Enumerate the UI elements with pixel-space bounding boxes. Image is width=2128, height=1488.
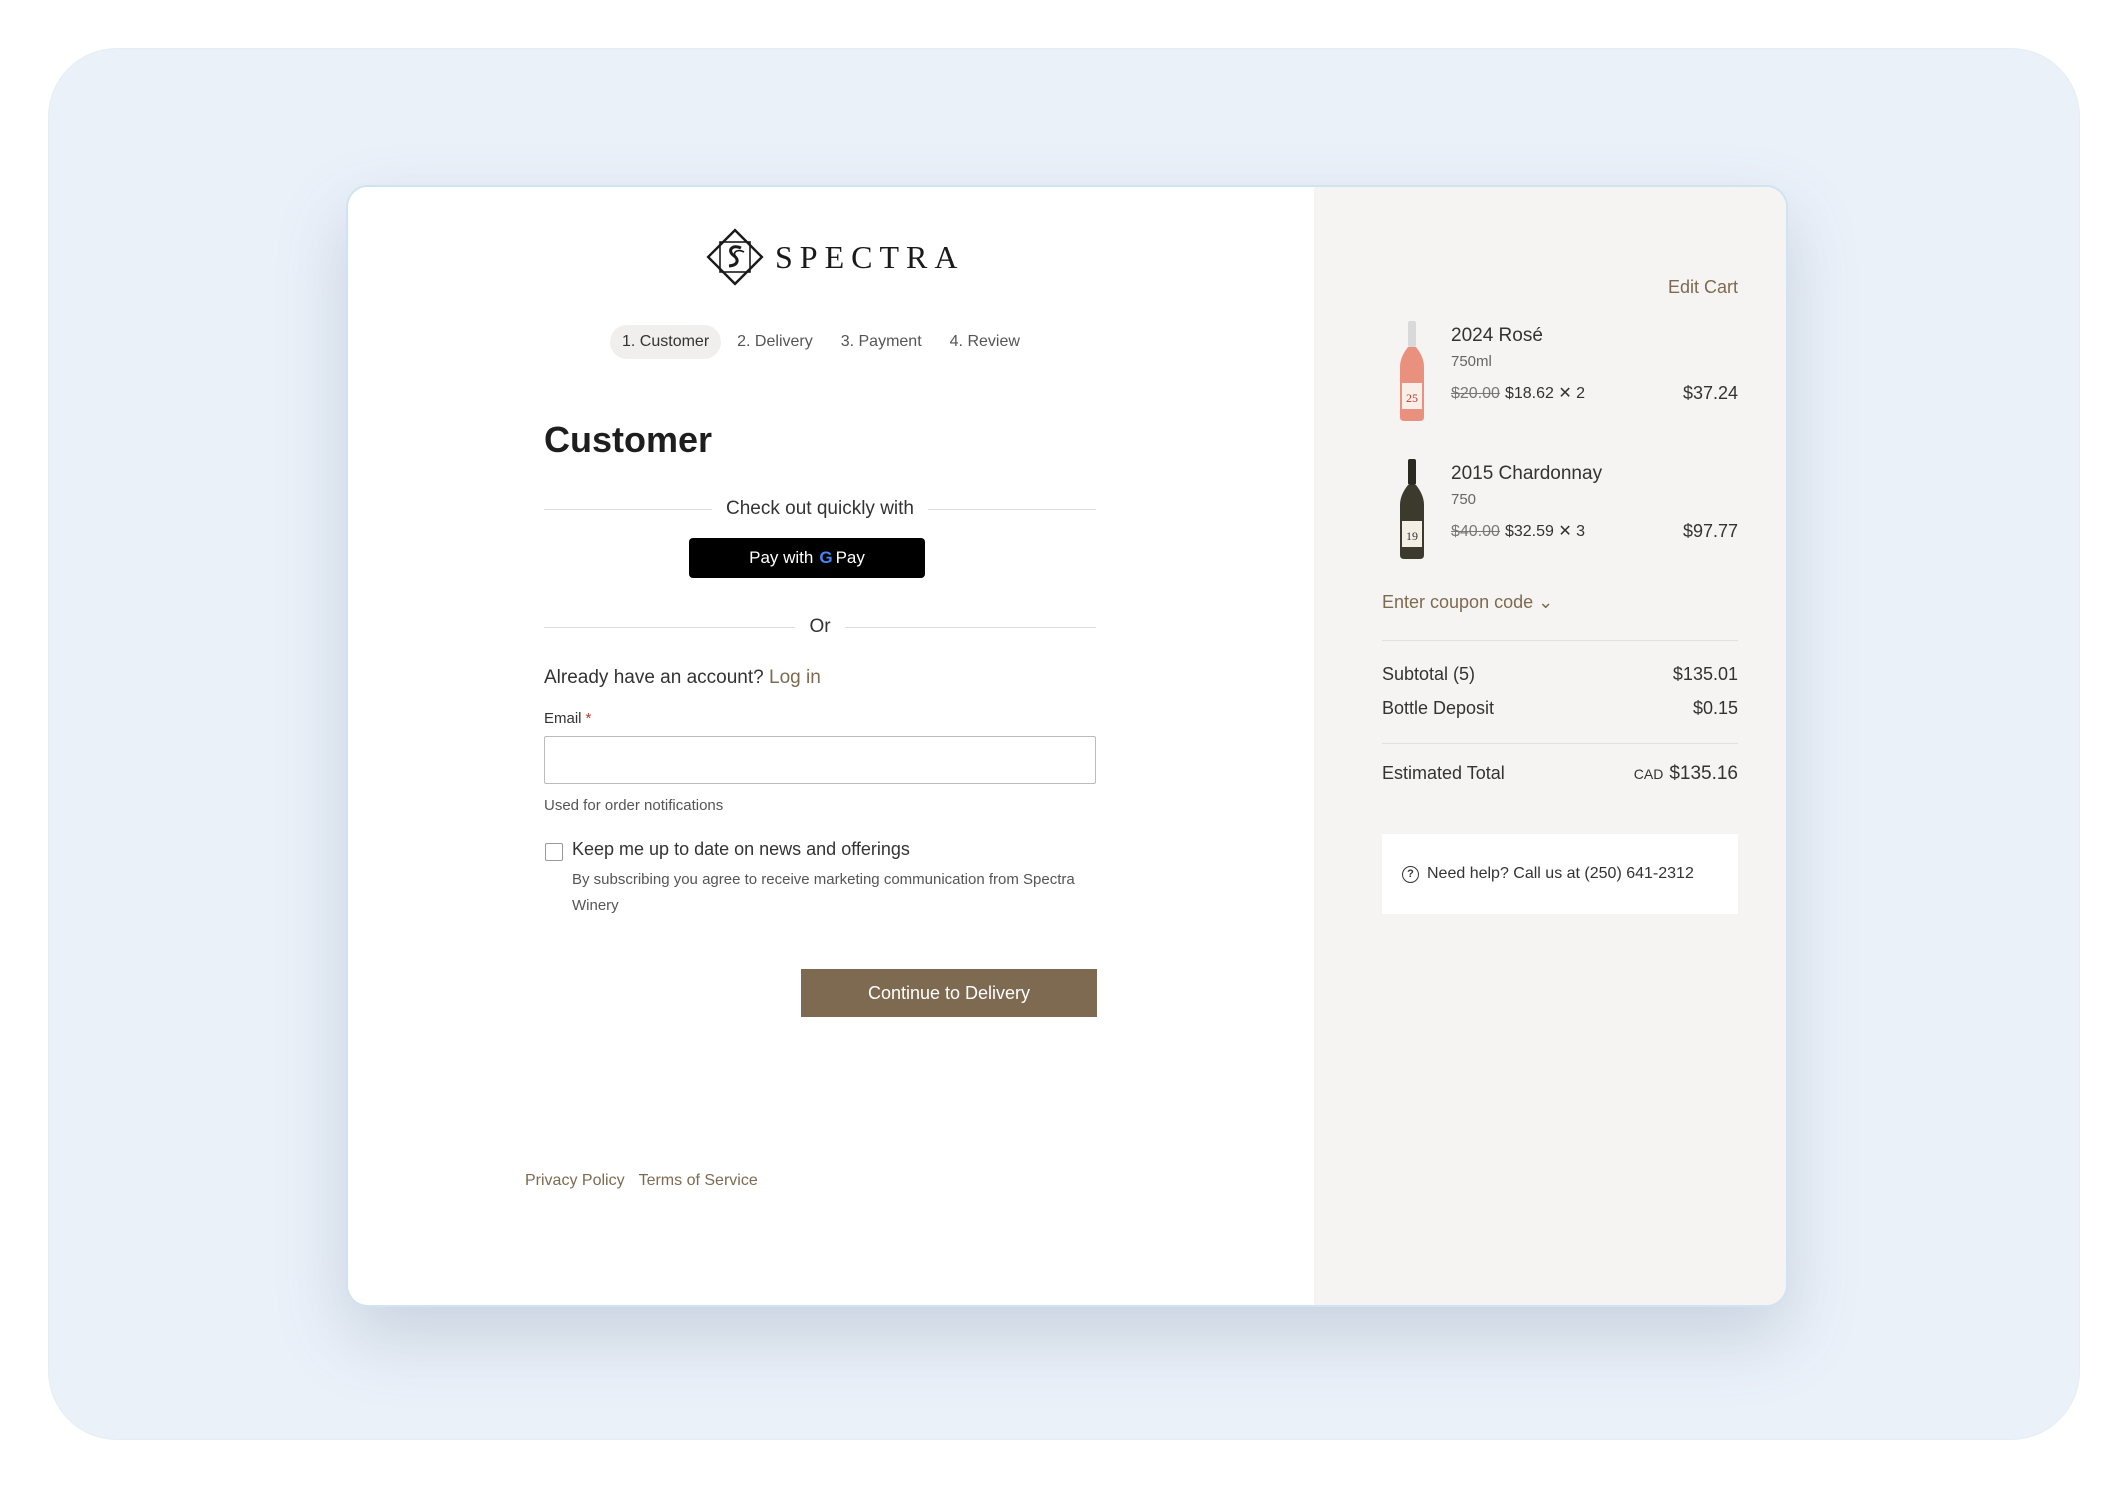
continue-to-delivery-button[interactable]: Continue to Delivery — [801, 969, 1097, 1017]
google-pay-button[interactable]: Pay with G Pay — [689, 538, 925, 578]
estimated-total-row: Estimated Total CAD $135.16 — [1382, 763, 1738, 785]
newsletter-label[interactable]: Keep me up to date on news and offerings — [572, 839, 910, 860]
item-total: $97.77 — [1682, 521, 1738, 541]
email-help-text: Used for order notifications — [544, 797, 724, 814]
order-summary-panel: Edit Cart 25 2024 Rosé 750ml $20.00 $18.6… — [1314, 187, 1786, 1305]
spectra-logo-icon — [706, 228, 764, 286]
estimated-total-amount: CAD $135.16 — [1634, 763, 1738, 785]
item-original-price: $40.00 — [1451, 523, 1500, 540]
newsletter-description: By subscribing you agree to receive mark… — [572, 871, 1075, 914]
item-price-line: $20.00 $18.62 ✕ 2 — [1451, 383, 1585, 403]
deposit-value: $0.15 — [1692, 698, 1738, 718]
divider-line — [844, 626, 1097, 628]
quick-checkout-label: Check out quickly with — [726, 498, 914, 519]
email-label: Email — [544, 710, 582, 727]
chardonnay-bottle-image: 19 — [1400, 459, 1424, 559]
login-link[interactable]: Log in — [769, 667, 821, 688]
coupon-code-toggle[interactable]: Enter coupon code ⌄ — [1382, 592, 1553, 613]
item-unit-price-qty: $32.59 ✕ 3 — [1504, 523, 1586, 540]
item-name: 2015 Chardonnay — [1451, 463, 1603, 484]
subtotal-row: Subtotal (5) $135.01 — [1382, 664, 1738, 685]
summary-divider — [1382, 743, 1738, 744]
step-payment[interactable]: 3. Payment — [829, 325, 934, 359]
cart-item: 25 2024 Rosé 750ml $20.00 $18.62 ✕ 2 $37.… — [1382, 321, 1738, 421]
gpay-prefix: Pay with — [749, 548, 814, 567]
email-label-row: Email * — [544, 710, 591, 727]
brand-name: SPECTRA — [775, 238, 965, 275]
gpay-pay-label: Pay — [835, 548, 865, 567]
brand-logo[interactable]: SPECTRA — [703, 225, 964, 289]
step-customer[interactable]: 1. Customer — [610, 325, 722, 359]
help-text[interactable]: Need help? Call us at (250) 641-2312 — [1427, 865, 1694, 883]
item-original-price: $20.00 — [1451, 385, 1500, 402]
account-prompt: Already have an account? — [544, 667, 764, 688]
item-size: 750ml — [1451, 353, 1492, 370]
summary-divider — [1382, 640, 1738, 641]
divider-line — [544, 626, 796, 628]
google-g-icon: G — [819, 548, 833, 567]
checkout-form-panel: SPECTRA 1. Customer 2. Delivery 3. Payme… — [348, 187, 1314, 1305]
item-unit-price-qty: $18.62 ✕ 2 — [1504, 385, 1586, 402]
item-price-line: $40.00 $32.59 ✕ 3 — [1451, 521, 1585, 541]
footer-links: Privacy Policy Terms of Service — [525, 1172, 772, 1190]
question-circle-icon: ? — [1402, 865, 1419, 883]
step-delivery[interactable]: 2. Delivery — [725, 325, 825, 359]
terms-of-service-link[interactable]: Terms of Service — [639, 1172, 758, 1190]
edit-cart-link[interactable]: Edit Cart — [1668, 277, 1738, 298]
step-review[interactable]: 4. Review — [938, 325, 1032, 359]
privacy-policy-link[interactable]: Privacy Policy — [525, 1172, 625, 1190]
estimated-total-label: Estimated Total — [1382, 763, 1505, 783]
help-box: ? Need help? Call us at (250) 641-2312 — [1382, 834, 1738, 914]
account-prompt-row: Already have an account? Log in — [544, 667, 821, 689]
item-name: 2024 Rosé — [1451, 325, 1543, 346]
subtotal-value: $135.01 — [1672, 664, 1738, 684]
cart-item: 19 2015 Chardonnay 750 $40.00 $32.59 ✕ 3 … — [1382, 459, 1738, 559]
checkout-window: SPECTRA 1. Customer 2. Delivery 3. Payme… — [346, 185, 1788, 1307]
or-label: Or — [809, 616, 831, 637]
or-divider: Or — [544, 616, 1097, 638]
deposit-label: Bottle Deposit — [1382, 698, 1495, 718]
estimated-total-value: $135.16 — [1669, 763, 1738, 784]
newsletter-checkbox[interactable] — [545, 843, 563, 861]
quick-checkout-divider: Check out quickly with — [544, 498, 1096, 520]
bottle-deposit-row: Bottle Deposit $0.15 — [1382, 698, 1738, 719]
email-field[interactable] — [544, 736, 1096, 784]
required-marker: * — [585, 710, 592, 727]
currency-code: CAD — [1633, 766, 1664, 782]
svg-text:19: 19 — [1406, 529, 1418, 543]
page-title: Customer — [544, 419, 713, 460]
divider-line — [544, 508, 713, 510]
subtotal-label: Subtotal (5) — [1382, 664, 1476, 684]
checkout-steps: 1. Customer 2. Delivery 3. Payment 4. Re… — [610, 325, 1036, 359]
svg-text:25: 25 — [1406, 391, 1418, 405]
rose-bottle-image: 25 — [1400, 321, 1424, 421]
divider-line — [927, 508, 1096, 510]
item-total: $37.24 — [1682, 383, 1738, 403]
item-size: 750 — [1451, 491, 1477, 508]
